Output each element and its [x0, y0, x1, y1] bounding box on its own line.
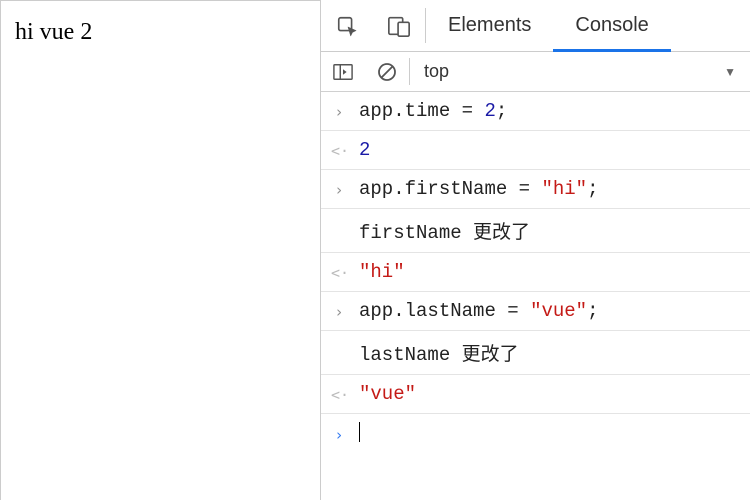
tab-elements[interactable]: Elements [426, 0, 553, 51]
console-line: › app.firstName = "hi"; [321, 170, 750, 209]
console-result-value: "hi" [359, 261, 405, 283]
result-marker-icon: <· [331, 142, 347, 160]
context-value: top [424, 61, 449, 82]
input-marker-icon: › [331, 181, 347, 199]
text-cursor [359, 422, 360, 442]
inspect-element-button[interactable] [321, 0, 373, 51]
console-result-value: 2 [359, 139, 370, 161]
result-marker-icon: <· [331, 386, 347, 404]
console-line: <· "vue" [321, 375, 750, 414]
console-line: <· 2 [321, 131, 750, 170]
tab-label: Elements [448, 14, 531, 37]
console-input-code: app.lastName = "vue"; [359, 300, 598, 322]
input-marker-icon: › [331, 303, 347, 321]
clear-console-button[interactable] [365, 52, 409, 91]
tab-label: Console [575, 14, 648, 37]
console-line: firstName 更改了 [321, 209, 750, 253]
console-line[interactable]: › [321, 414, 750, 453]
result-marker-icon: <· [331, 264, 347, 282]
console-log-text: firstName 更改了 [359, 217, 530, 244]
console-result-value: "vue" [359, 383, 416, 405]
console-line: › app.time = 2; [321, 92, 750, 131]
console-toolbar: top ▼ [321, 52, 750, 92]
console-prompt-input [359, 422, 360, 445]
prompt-marker-icon: › [331, 426, 347, 444]
devtools-panel: Elements Console top ▼ › app.time = 2; <· 2… [320, 0, 750, 500]
page-viewport: hi vue 2 [0, 0, 320, 500]
console-output[interactable]: › app.time = 2; <· 2 › app.firstName = "hi"; f… [321, 92, 750, 453]
console-input-code: app.firstName = "hi"; [359, 178, 598, 200]
context-selector[interactable]: top ▼ [410, 52, 750, 91]
toggle-sidebar-button[interactable] [321, 52, 365, 91]
devtools-tabbar: Elements Console [321, 0, 750, 52]
input-marker-icon: › [331, 103, 347, 121]
page-text: hi vue 2 [15, 19, 92, 45]
tab-console[interactable]: Console [553, 0, 670, 51]
console-line: <· "hi" [321, 253, 750, 292]
device-toolbar-button[interactable] [373, 0, 425, 51]
console-line: › app.lastName = "vue"; [321, 292, 750, 331]
chevron-down-icon: ▼ [724, 65, 736, 79]
console-line: lastName 更改了 [321, 331, 750, 375]
console-log-text: lastName 更改了 [359, 339, 519, 366]
console-input-code: app.time = 2; [359, 100, 507, 122]
